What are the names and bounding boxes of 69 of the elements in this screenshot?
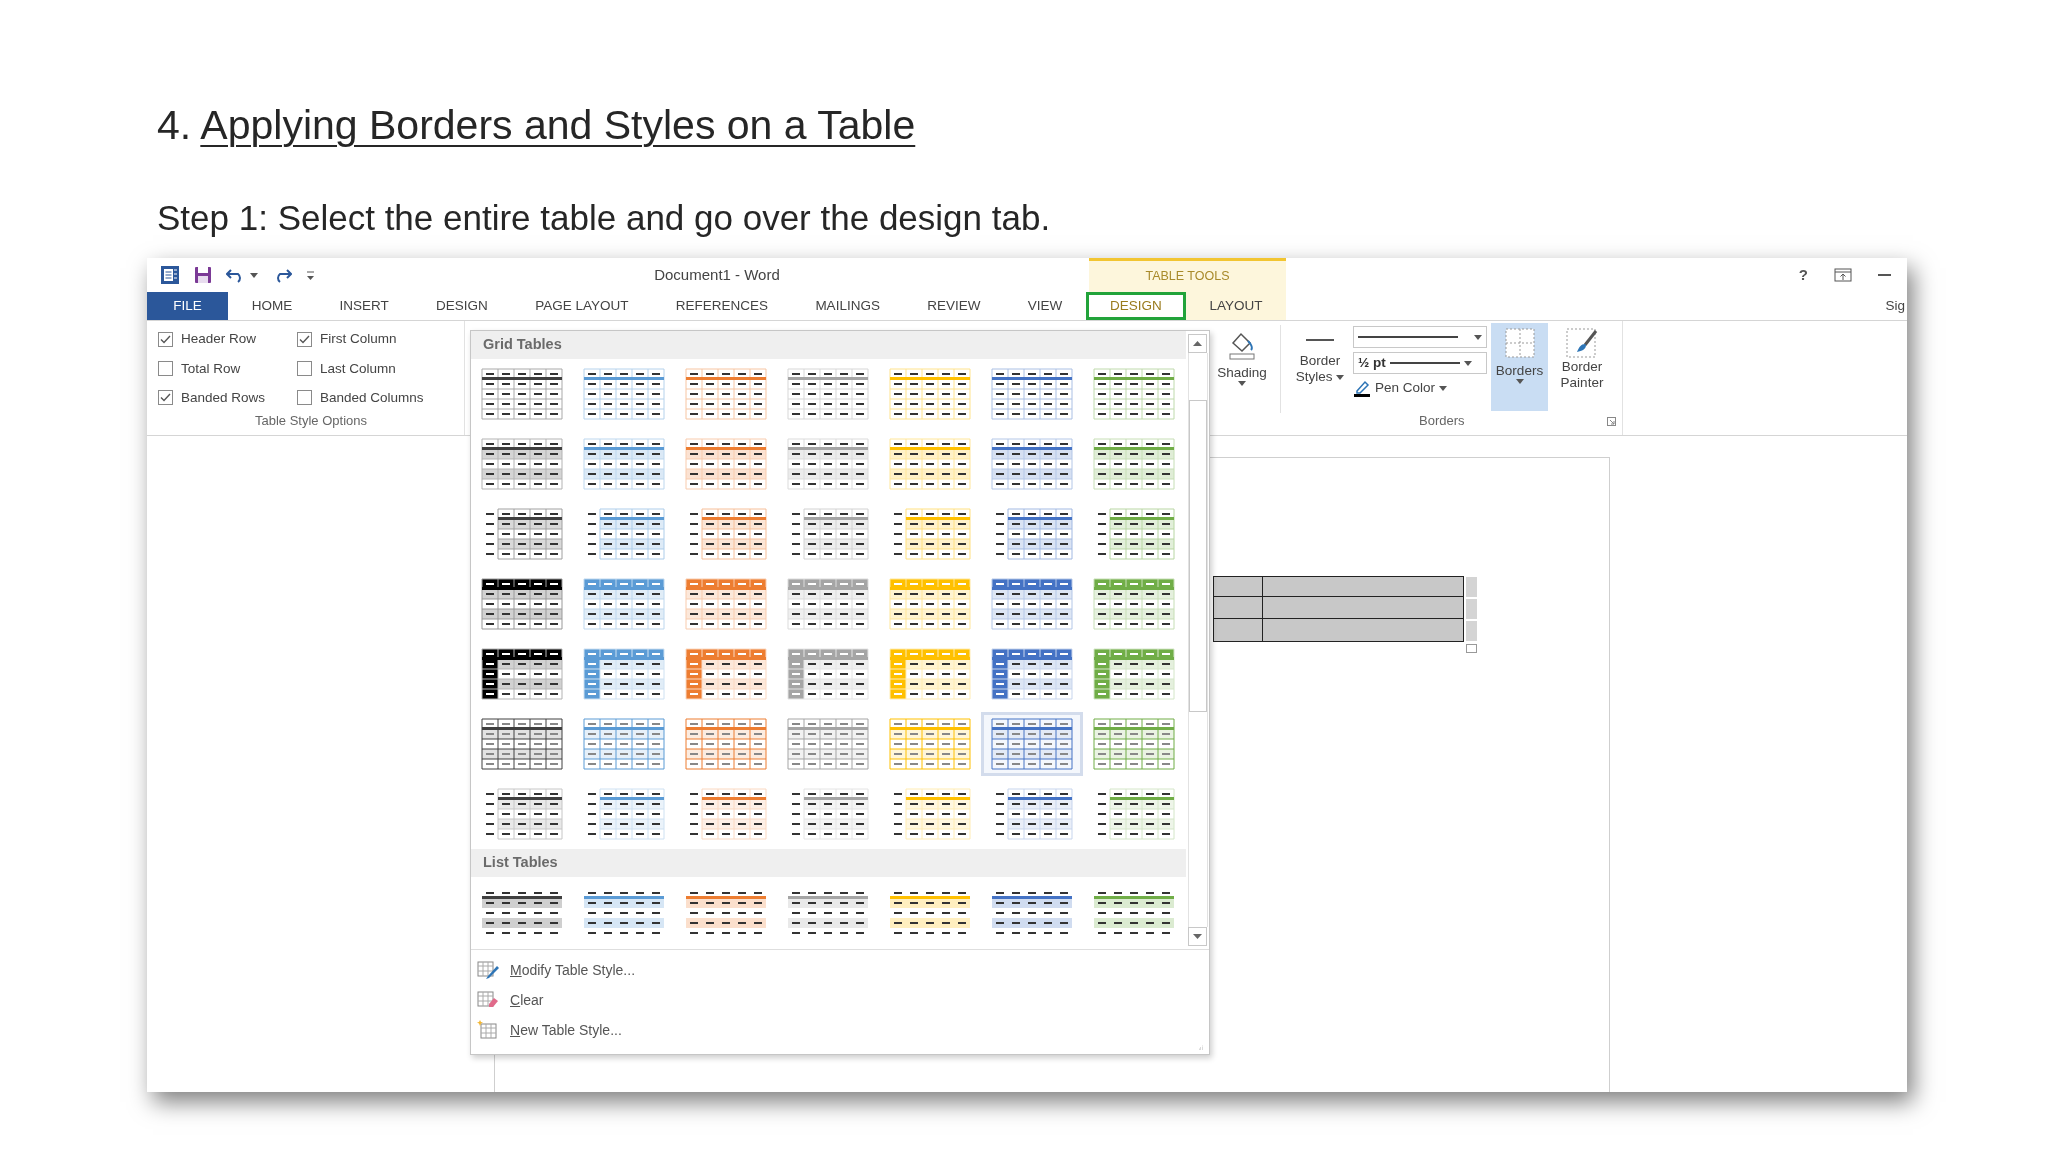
checkbox[interactable] (297, 361, 312, 377)
customize-icon[interactable] (306, 270, 315, 280)
ribbon-tab[interactable]: DESIGN (430, 292, 494, 321)
checkbox[interactable] (158, 361, 173, 377)
ribbon-tab[interactable]: LAYOUT (1186, 292, 1286, 321)
ribbon-tab[interactable]: REFERENCES (669, 292, 775, 321)
line-style-dropdown[interactable] (1353, 326, 1487, 349)
up-arrow-icon (1193, 341, 1202, 346)
borders-button[interactable]: Borders (1491, 323, 1548, 412)
menu-item[interactable]: Modify Table Style... (471, 955, 1209, 985)
checkbox[interactable] (297, 390, 312, 406)
checkbox-label[interactable]: Header Row (181, 329, 257, 350)
checkbox[interactable] (297, 331, 312, 347)
account-name[interactable]: Sig (1885, 292, 1905, 321)
checkbox-label[interactable]: Last Column (320, 358, 396, 379)
table-pencil-icon (477, 960, 499, 980)
pen-icon (1353, 379, 1371, 398)
borders-icon (1503, 327, 1536, 360)
undo-button[interactable] (226, 267, 258, 283)
slide-heading: 4. Applying Borders and Styles on a Table (156, 101, 917, 150)
checkbox-label[interactable]: Banded Rows (181, 387, 266, 408)
ribbon-display-icon[interactable] (1834, 268, 1852, 282)
section-header: List Tables (471, 849, 1186, 877)
group-label: Borders (1419, 412, 1465, 431)
minimize-icon[interactable] (1878, 273, 1891, 277)
checkbox-label[interactable]: Total Row (181, 358, 241, 379)
ribbon-tab[interactable]: MAILINGS (809, 292, 886, 321)
checkbox[interactable] (158, 331, 173, 347)
ribbon-tab[interactable]: INSERT (333, 292, 395, 321)
down-arrow-icon (1193, 934, 1202, 939)
dialog-launcher-icon[interactable] (1607, 416, 1616, 426)
shading-button[interactable]: Shading (1210, 325, 1274, 414)
menu-item[interactable]: New Table Style... (471, 1015, 1209, 1045)
file-tab[interactable]: FILE (147, 292, 228, 321)
line-icon (1306, 339, 1334, 342)
scrollbar-thumb[interactable] (1189, 400, 1207, 712)
section-header: Grid Tables (471, 331, 1186, 359)
scroll-down-button[interactable] (1188, 927, 1207, 946)
line-weight-dropdown[interactable]: ½ pt (1353, 352, 1487, 375)
group-label: Table Style Options (254, 412, 368, 431)
step-text: Step 1: Select the entire table and go over the design tab. (156, 197, 1052, 239)
caret-icon (1238, 380, 1246, 386)
ribbon-tab[interactable]: DESIGN (1086, 292, 1186, 321)
ribbon-tab[interactable]: HOME (245, 292, 299, 321)
caret-icon (1474, 334, 1482, 340)
ribbon-tab[interactable]: REVIEW (921, 292, 987, 321)
document-table[interactable] (1213, 575, 1477, 653)
ribbon-tab[interactable]: PAGE LAYOUT (529, 292, 635, 321)
border-styles-button[interactable]: Border Styles (1291, 323, 1349, 412)
window-title: Document1 - Word (653, 264, 781, 285)
menu-item[interactable]: Clear (471, 985, 1209, 1015)
contextual-tab-header: TABLE TOOLS (1089, 258, 1286, 292)
pen-color-button[interactable]: Pen Color (1353, 378, 1487, 399)
caret-icon (1439, 385, 1448, 391)
table-eraser-icon (477, 990, 499, 1010)
border-painter-button[interactable]: Border Painter (1552, 323, 1612, 412)
save-icon[interactable] (194, 266, 212, 284)
checkbox-label[interactable]: Banded Columns (320, 387, 424, 408)
caret-icon (1515, 378, 1524, 384)
checkbox[interactable] (158, 390, 173, 406)
scroll-up-button[interactable] (1188, 334, 1207, 353)
help-button[interactable]: ? (1798, 263, 1808, 287)
app-icon (160, 265, 180, 285)
caret-icon (1336, 374, 1345, 380)
new-table-icon (477, 1020, 499, 1040)
checkbox-label[interactable]: First Column (320, 329, 397, 350)
caret-icon (250, 272, 258, 278)
caret-icon (1463, 360, 1472, 366)
ribbon-tab[interactable]: VIEW (1021, 292, 1069, 321)
